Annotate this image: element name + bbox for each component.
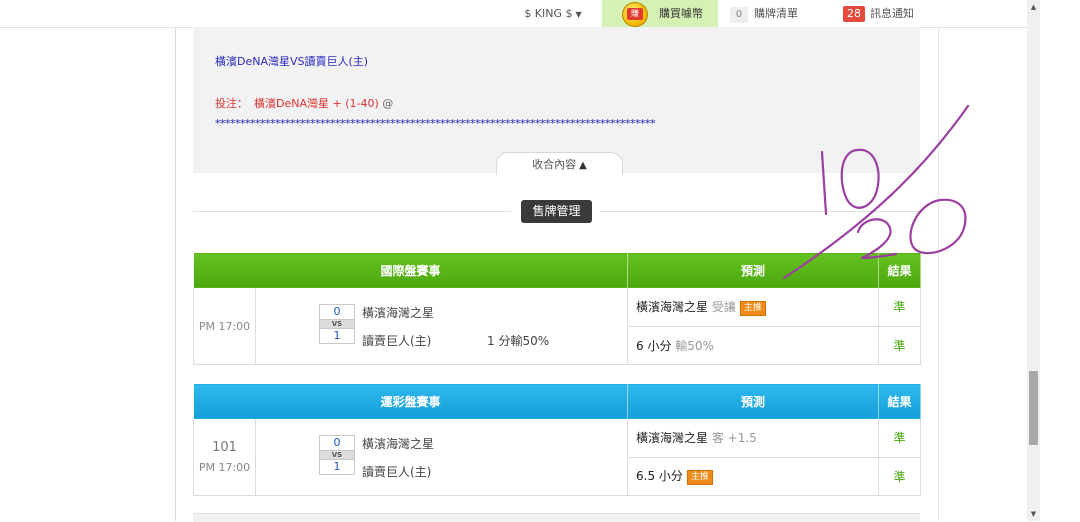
chevron-up-icon: ▲ (579, 160, 587, 171)
prediction-spread: 橫濱海灣之星 受讓 主推 (627, 287, 880, 327)
handicap-result: 1 分輸50% (487, 334, 550, 348)
international-odds-table: 國際盤賽事 預測 結果 PM 17:00 0 VS 1 橫濱海灣之星 讀賣巨人(… (193, 252, 922, 365)
main-pick-badge: 主推 (739, 300, 766, 316)
divider-right (600, 211, 920, 212)
notifications-button[interactable]: 28 訊息通知 (843, 0, 933, 27)
match-time: PM 17:00 (193, 287, 256, 365)
header-result: 結果 (878, 252, 922, 288)
result-spread: 準 (878, 287, 922, 327)
team-home: 讀賣巨人(主) (362, 334, 432, 348)
score-away: 0 (319, 304, 355, 320)
header-result: 結果 (878, 383, 922, 419)
scrollbar-thumb[interactable] (1029, 371, 1038, 445)
notification-count-badge: 28 (843, 6, 865, 22)
purchase-list-button[interactable]: 0 購牌清單 (730, 0, 823, 27)
coin-icon: 賺 (622, 2, 648, 27)
buy-coins-label: 購買噱幣 (659, 7, 703, 20)
page-scrollbar[interactable]: ▲ ▼ (1027, 0, 1040, 521)
prediction-total: 6 小分 輸50% (627, 325, 880, 365)
post-separator-stars: ****************************************… (215, 117, 656, 130)
score-home: 1 (319, 459, 355, 475)
top-bar: $ KING $ ▼ 賺 購買噱幣 0 購牌清單 28 訊息通知 (0, 0, 1040, 28)
match-cell: 0 VS 1 橫濱海灣之星 讀賣巨人(主) 1 分輸50% (254, 287, 629, 365)
buy-coins-button[interactable]: 賺 購買噱幣 (602, 0, 718, 27)
header-prediction: 預測 (627, 383, 880, 419)
sell-management-button[interactable]: 售牌管理 (521, 200, 592, 223)
team-away: 橫濱海灣之星 (362, 306, 435, 320)
match-number-time: 101 PM 17:00 (193, 418, 256, 496)
scoreboard: 0 VS 1 (319, 435, 355, 475)
column-border-left (175, 27, 176, 521)
team-home: 讀賣巨人(主) (362, 465, 432, 479)
prediction-total: 6.5 小分 主推 (627, 456, 880, 496)
scroll-down-arrow-icon[interactable]: ▼ (1027, 507, 1040, 521)
bet-at: @ (382, 97, 394, 110)
prediction-spread: 橫濱海灣之星 客 +1.5 (627, 418, 880, 458)
purchase-list-label: 購牌清單 (754, 7, 798, 20)
main-pick-badge: 主推 (686, 470, 713, 486)
post-title: 橫濱DeNA灣星VS讀賣巨人(主) (215, 55, 369, 68)
bet-text: 橫濱DeNA灣星 + (1-40) (254, 97, 379, 110)
vs-label: VS (319, 451, 355, 459)
purchase-list-count: 0 (730, 7, 748, 23)
bet-label: 投注： (215, 97, 248, 110)
user-menu[interactable]: $ KING $ ▼ (507, 0, 599, 27)
result-spread: 準 (878, 418, 922, 458)
header-event: 運彩盤賽事 (193, 383, 629, 419)
scroll-up-arrow-icon[interactable]: ▲ (1027, 0, 1040, 14)
vs-label: VS (319, 320, 355, 328)
score-away: 0 (319, 435, 355, 451)
header-event: 國際盤賽事 (193, 252, 629, 288)
collapse-label: 收合內容 (532, 158, 577, 171)
sports-lottery-table: 運彩盤賽事 預測 結果 101 PM 17:00 0 VS 1 橫濱海灣之星 讀… (193, 383, 922, 496)
collapse-content-button[interactable]: 收合內容 ▲ (496, 152, 623, 175)
result-total: 準 (878, 456, 922, 496)
header-prediction: 預測 (627, 252, 880, 288)
username: $ KING $ (524, 7, 573, 20)
match-cell: 0 VS 1 橫濱海灣之星 讀賣巨人(主) (254, 418, 629, 496)
match-time: PM 17:00 (198, 461, 251, 474)
score-home: 1 (319, 328, 355, 344)
result-total: 準 (878, 325, 922, 365)
scoreboard: 0 VS 1 (319, 304, 355, 344)
match-number: 101 (212, 440, 237, 455)
notifications-label: 訊息通知 (870, 7, 914, 20)
caret-down-icon: ▼ (575, 10, 582, 19)
post-bet: 投注： 橫濱DeNA灣星 + (1-40) @ (215, 95, 393, 111)
column-border-right (938, 27, 939, 521)
team-away: 橫濱海灣之星 (362, 437, 435, 451)
divider-left (193, 211, 511, 212)
